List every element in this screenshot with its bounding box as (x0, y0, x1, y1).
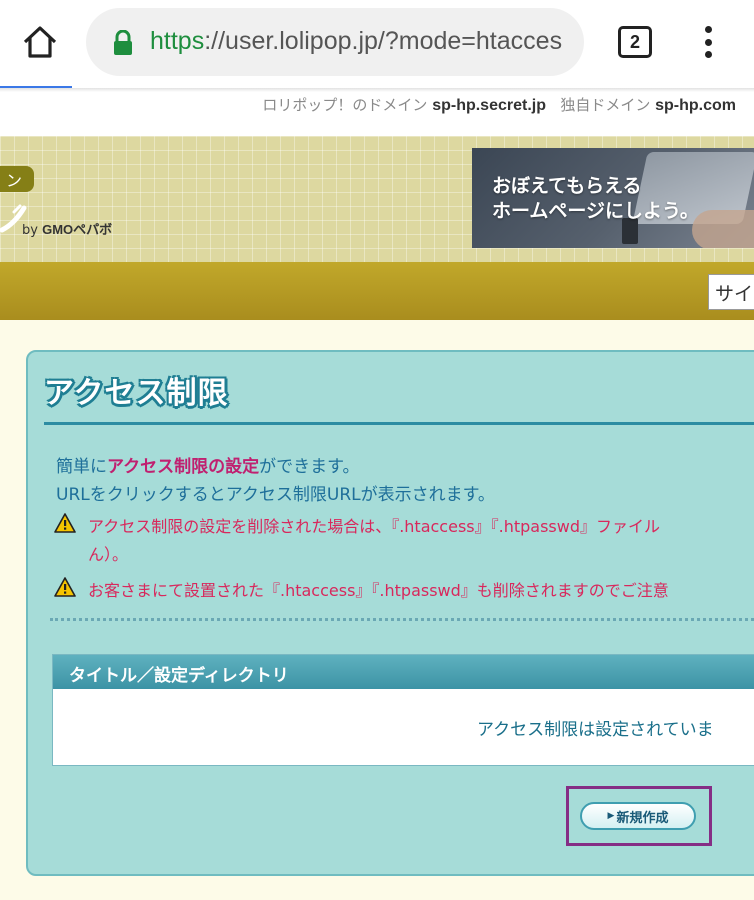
hand-image (692, 210, 754, 248)
dotted-divider (50, 618, 754, 621)
url-scheme: https (150, 27, 205, 55)
address-bar[interactable]: https://user.lolipop.jp/?mode=htacces (86, 8, 584, 76)
domain-bar: ロリポップ！のドメイン sp-hp.secret.jp 独自ドメイン sp-hp… (0, 88, 754, 136)
nav-band (0, 262, 754, 320)
url-text: https://user.lolipop.jp/?mode=htacces (150, 27, 562, 56)
url-path: ://user.lolipop.jp/?mode=htacces (204, 27, 563, 55)
description-line-2: URLをクリックするとアクセス制限URLが表示されます。 (56, 485, 495, 505)
create-new-button[interactable]: ▶ 新規作成 (580, 802, 696, 830)
promo-text: おぼえてもらえる ホームページにしよう。 (492, 174, 699, 224)
home-icon (23, 26, 57, 58)
promo-line-2: ホームページにしよう。 (492, 200, 699, 222)
restriction-table: タイトル／設定ディレクトリ アクセス制限は設定されていま (52, 654, 754, 766)
desc1-part-c: ができます。 (259, 457, 360, 477)
warning-icon (54, 513, 76, 533)
toolbar-shadow (0, 88, 754, 92)
browser-toolbar: https://user.lolipop.jp/?mode=htacces 2 (0, 0, 754, 88)
domain-info: ロリポップ！のドメイン sp-hp.secret.jp 独自ドメイン sp-hp… (262, 94, 736, 115)
create-new-label: 新規作成 (616, 810, 669, 826)
warning-icon (54, 577, 76, 597)
desc1-emphasis: アクセス制限の設定 (107, 457, 260, 477)
lock-icon (114, 30, 132, 55)
desc1-part-a: 簡単に (56, 457, 107, 477)
page-title: アクセス制限 (44, 376, 229, 411)
browser-menu-icon[interactable] (694, 22, 722, 62)
logo-brand-name: GMOペパボ (42, 222, 113, 237)
lolipop-domain-label: ロリポップ！のドメイン (262, 96, 428, 114)
empty-message: アクセス制限は設定されていま (477, 720, 714, 740)
home-button[interactable] (18, 20, 62, 64)
warning-delete-settings: アクセス制限の設定を削除された場合は、『.htaccess』『.htpasswd… (88, 517, 660, 536)
site-search-input[interactable]: サイ (708, 274, 754, 310)
custom-domain: sp-hp.com (655, 97, 736, 114)
tab-switcher-button[interactable]: 2 (618, 26, 652, 58)
custom-domain-label: 独自ドメイン (560, 96, 651, 114)
lolipop-domain: sp-hp.secret.jp (432, 97, 546, 114)
warning-delete-settings-cont: ん）。 (88, 545, 129, 564)
logo-by: by (22, 223, 38, 238)
warning-custom-files: お客さまにて設置された『.htaccess』『.htpasswd』も削除されます… (88, 581, 669, 600)
logo-brand: by GMOペパボ (22, 219, 112, 238)
description-line-1: 簡単にアクセス制限の設定ができます。 (56, 452, 359, 477)
promo-line-1: おぼえてもらえる (492, 175, 642, 197)
play-arrow-icon: ▶ (607, 811, 615, 821)
site-header: ン by GMOペパボ おぼえてもらえる ホームページにしよう。 (0, 136, 754, 262)
logo-badge[interactable]: ン (0, 166, 34, 192)
promo-banner[interactable]: おぼえてもらえる ホームページにしよう。 (472, 148, 754, 248)
table-header: タイトル／設定ディレクトリ (53, 655, 754, 689)
title-divider (44, 422, 754, 425)
